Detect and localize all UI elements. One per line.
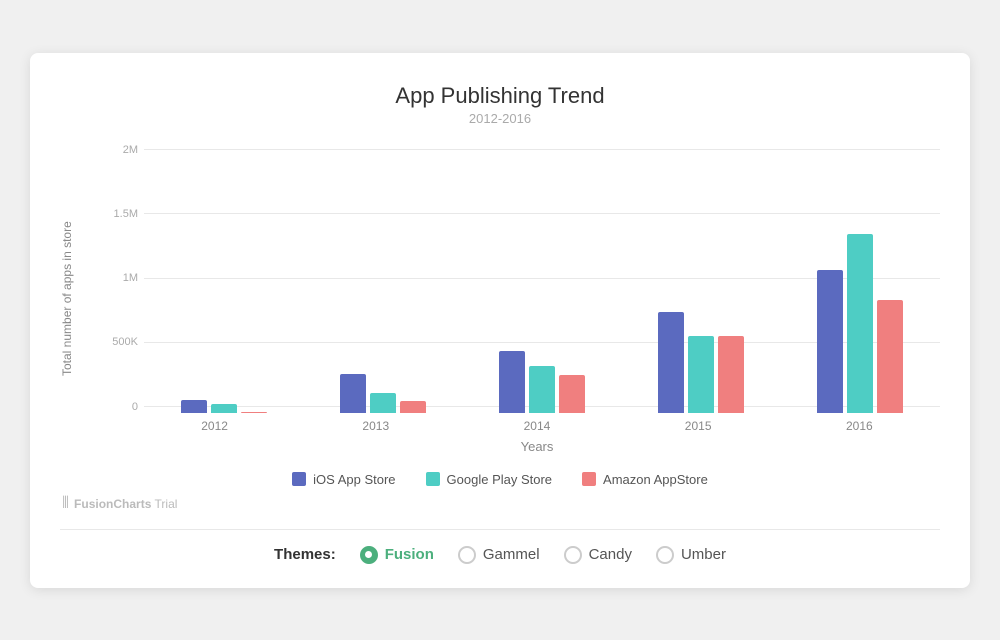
- fusioncharts-credit: ⦀ FusionCharts Trial: [62, 495, 940, 513]
- x-axis-labels: 2012 2013 2014 2015 2016: [134, 419, 940, 433]
- theme-radio-gammel[interactable]: [458, 546, 476, 564]
- chart-inner: 2M 1.5M 1M 500K: [90, 144, 940, 454]
- legend-item-google: Google Play Store: [426, 472, 553, 487]
- theme-label-candy: Candy: [589, 546, 632, 563]
- theme-label-fusion: Fusion: [385, 546, 434, 563]
- x-axis-title: Years: [134, 439, 940, 454]
- x-label-2013: 2013: [335, 419, 417, 433]
- bar-ios-2016[interactable]: [817, 270, 843, 413]
- legend-label-ios: iOS App Store: [313, 472, 395, 487]
- grid-label-0: 0: [100, 401, 138, 413]
- fusioncharts-brand: FusionCharts: [74, 497, 151, 511]
- bar-amazon-2016[interactable]: [877, 300, 903, 413]
- grid-label-500k: 500K: [100, 336, 138, 348]
- y-axis-label: Total number of apps in store: [60, 144, 90, 454]
- bar-group-2012: [181, 400, 267, 413]
- bar-ios-2014[interactable]: [499, 351, 525, 413]
- theme-radio-candy[interactable]: [564, 546, 582, 564]
- legend-dot-amazon: [582, 472, 596, 486]
- bar-google-2016[interactable]: [847, 234, 873, 413]
- theme-option-gammel[interactable]: Gammel: [458, 546, 540, 564]
- bar-google-2014[interactable]: [529, 366, 555, 413]
- bar-group-2013: [340, 374, 426, 413]
- theme-option-umber[interactable]: Umber: [656, 546, 726, 564]
- grid-label-1m: 1M: [100, 272, 138, 284]
- legend-item-ios: iOS App Store: [292, 472, 395, 487]
- legend-item-amazon: Amazon AppStore: [582, 472, 708, 487]
- bar-google-2012[interactable]: [211, 404, 237, 413]
- themes-row: Themes: Fusion Gammel Candy Umber: [60, 546, 940, 564]
- themes-label: Themes:: [274, 546, 336, 563]
- bar-amazon-2013[interactable]: [400, 401, 426, 413]
- bar-ios-2013[interactable]: [340, 374, 366, 413]
- legend-dot-ios: [292, 472, 306, 486]
- bar-google-2013[interactable]: [370, 393, 396, 413]
- chart-subtitle: 2012-2016: [60, 111, 940, 126]
- x-label-2014: 2014: [496, 419, 578, 433]
- section-divider: [60, 529, 940, 530]
- theme-option-candy[interactable]: Candy: [564, 546, 632, 564]
- bar-ios-2015[interactable]: [658, 312, 684, 413]
- chart-area: Total number of apps in store 2M 1.5M 1M: [60, 144, 940, 454]
- x-label-2015: 2015: [657, 419, 739, 433]
- x-label-2016: 2016: [818, 419, 900, 433]
- bar-google-2015[interactable]: [688, 336, 714, 413]
- theme-label-gammel: Gammel: [483, 546, 540, 563]
- theme-option-fusion[interactable]: Fusion: [360, 546, 434, 564]
- grid-and-bars: 2M 1.5M 1M 500K: [100, 144, 940, 413]
- bar-amazon-2015[interactable]: [718, 336, 744, 413]
- bar-group-2016: [817, 234, 903, 413]
- bar-group-2015: [658, 312, 744, 413]
- bar-ios-2012[interactable]: [181, 400, 207, 413]
- bar-amazon-2014[interactable]: [559, 375, 585, 413]
- theme-radio-umber[interactable]: [656, 546, 674, 564]
- fusioncharts-text: FusionCharts Trial: [74, 497, 177, 511]
- bar-amazon-2012[interactable]: [241, 412, 267, 413]
- legend-label-amazon: Amazon AppStore: [603, 472, 708, 487]
- legend: iOS App Store Google Play Store Amazon A…: [60, 472, 940, 487]
- grid-label-15m: 1.5M: [100, 208, 138, 220]
- chart-title: App Publishing Trend: [60, 83, 940, 109]
- fusioncharts-logo-icon: ⦀: [62, 495, 69, 513]
- bars-container: [144, 144, 940, 413]
- legend-label-google: Google Play Store: [447, 472, 553, 487]
- theme-label-umber: Umber: [681, 546, 726, 563]
- theme-radio-fusion[interactable]: [360, 546, 378, 564]
- grid-label-2m: 2M: [100, 144, 138, 156]
- legend-dot-google: [426, 472, 440, 486]
- x-label-2012: 2012: [174, 419, 256, 433]
- bar-group-2014: [499, 351, 585, 413]
- chart-card: App Publishing Trend 2012-2016 Total num…: [30, 53, 970, 588]
